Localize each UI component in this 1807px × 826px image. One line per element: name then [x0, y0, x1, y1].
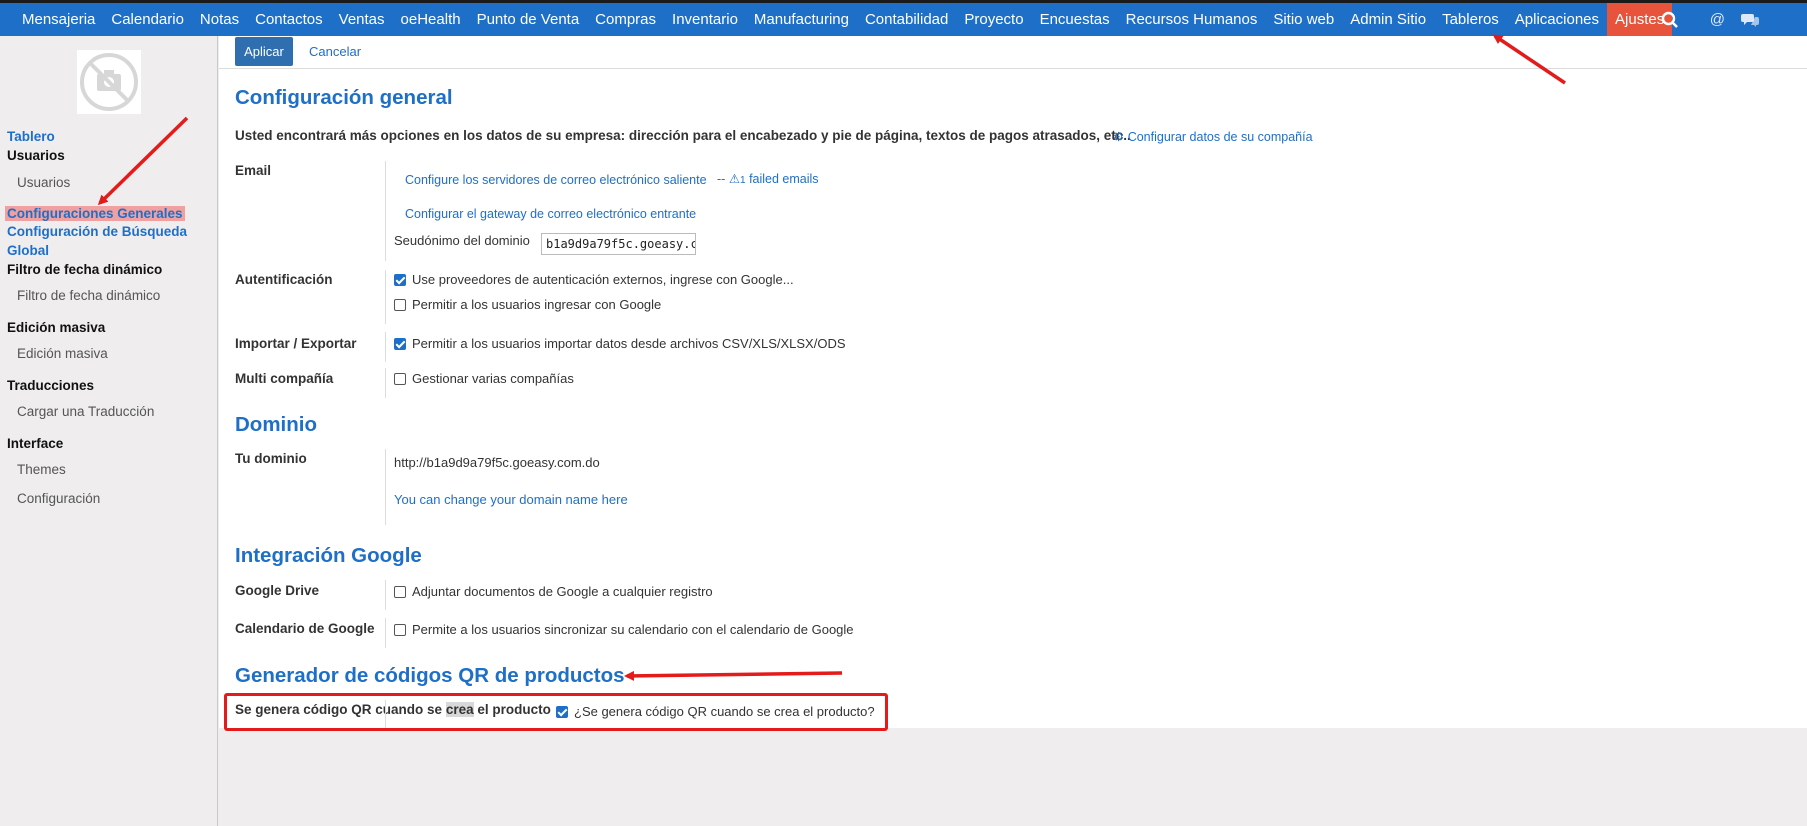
- email-label: Email: [235, 163, 272, 178]
- menu-item-encuestas[interactable]: Encuestas: [1032, 3, 1118, 36]
- domain-value: http://b1a9d9a79f5c.goeasy.com.do: [394, 455, 600, 470]
- search-icon[interactable]: [1661, 3, 1679, 36]
- failed-prefix: --: [717, 172, 726, 186]
- alias-domain-input[interactable]: b1a9d9a79f5c.goeasy.co: [541, 233, 696, 255]
- divider: [385, 368, 386, 398]
- sidebar-item-filtro[interactable]: Filtro de fecha dinámico: [17, 288, 160, 303]
- google-drive-label: Google Drive: [235, 583, 320, 598]
- sidebar-item-cargar-traduccion[interactable]: Cargar una Traducción: [17, 404, 154, 419]
- sidebar-header-usuarios: Usuarios: [7, 148, 65, 163]
- domain-label: Tu dominio: [235, 451, 307, 466]
- qr-label-post: el producto: [477, 702, 551, 717]
- import-option-label: Permitir a los usuarios importar datos d…: [412, 336, 846, 351]
- menu-item-contabilidad[interactable]: Contabilidad: [857, 3, 956, 36]
- menu-item-sitio-web[interactable]: Sitio web: [1265, 3, 1342, 36]
- sidebar-item-configuraciones-generales[interactable]: Configuraciones Generales: [5, 206, 185, 221]
- menu-item-admin-sitio[interactable]: Admin Sitio: [1342, 3, 1434, 36]
- qr-label-word: crea: [445, 702, 474, 717]
- menu-item-compras[interactable]: Compras: [587, 3, 664, 36]
- company-logo: [77, 50, 141, 114]
- sidebar-header-interface: Interface: [7, 436, 64, 451]
- multi-company-checkbox[interactable]: [394, 373, 406, 385]
- qr-label-pre: Se genera código QR cuando se: [235, 702, 443, 717]
- control-panel: Aplicar Cancelar: [219, 36, 1807, 69]
- company-settings-label: Configurar datos de su compañía: [1127, 130, 1313, 144]
- divider: [385, 449, 386, 525]
- google-calendar-label: Calendario de Google: [235, 621, 375, 636]
- qr-option-label: ¿Se genera código QR cuando se crea el p…: [574, 704, 875, 719]
- section-title-google: Integración Google: [235, 544, 422, 567]
- failed-emails-link[interactable]: -- ⚠1 failed emails: [717, 171, 819, 186]
- cogs-icon: ⚙: [1113, 130, 1125, 144]
- failed-count: 1: [740, 175, 746, 186]
- menu-item-notas[interactable]: Notas: [192, 3, 247, 36]
- menu-item-recursos-humanos[interactable]: Recursos Humanos: [1118, 3, 1266, 36]
- qr-checkbox[interactable]: [556, 706, 568, 718]
- auth-external-checkbox[interactable]: [394, 274, 406, 286]
- cancel-button[interactable]: Cancelar: [309, 37, 361, 66]
- apply-button[interactable]: Aplicar: [235, 37, 293, 66]
- sidebar-header-filtro: Filtro de fecha dinámico: [7, 262, 163, 277]
- chat-icon[interactable]: [1741, 3, 1759, 36]
- sidebar-header-edicion: Edición masiva: [7, 320, 106, 335]
- section-title-qr: Generador de códigos QR de productos: [235, 664, 625, 687]
- failed-text: failed emails: [749, 172, 819, 186]
- sidebar-item-configuracion-busqueda-global[interactable]: Global: [7, 243, 49, 258]
- menu-item-mensajeria[interactable]: Mensajeria: [14, 3, 103, 36]
- menu-item-inventario[interactable]: Inventario: [664, 3, 746, 36]
- sidebar-item-tablero[interactable]: Tablero: [7, 129, 55, 144]
- import-checkbox[interactable]: [394, 338, 406, 350]
- menu-item-tableros[interactable]: Tableros: [1434, 3, 1507, 36]
- divider: [385, 580, 386, 610]
- google-calendar-checkbox[interactable]: [394, 624, 406, 636]
- menu-item-aplicaciones[interactable]: Aplicaciones: [1507, 3, 1607, 36]
- company-settings-link[interactable]: ⚙ Configurar datos de su compañía: [1113, 129, 1313, 144]
- qr-label: Se genera código QR cuando se crea el pr…: [235, 702, 551, 717]
- main-menu: Mensajeria Calendario Notas Contactos Ventas…: [14, 3, 1673, 36]
- auth-google-checkbox[interactable]: [394, 299, 406, 311]
- outgoing-mail-link[interactable]: Configure los servidores de correo elect…: [405, 173, 707, 187]
- auth-external-label: Use proveedores de autenticación externo…: [412, 272, 794, 287]
- menu-item-proyecto[interactable]: Proyecto: [956, 3, 1031, 36]
- sidebar-header-traducciones: Traducciones: [7, 378, 95, 393]
- menu-item-oehealth[interactable]: oeHealth: [393, 3, 469, 36]
- at-icon[interactable]: @: [1710, 3, 1725, 36]
- menu-item-punto-de-venta[interactable]: Punto de Venta: [469, 3, 588, 36]
- change-domain-link[interactable]: You can change your domain name here: [394, 492, 628, 507]
- menu-item-calendario[interactable]: Calendario: [103, 3, 192, 36]
- sidebar-item-configuracion[interactable]: Configuración: [17, 491, 100, 506]
- sidebar-item-themes[interactable]: Themes: [17, 462, 66, 477]
- sidebar-item-edicion[interactable]: Edición masiva: [17, 346, 108, 361]
- divider: [385, 270, 386, 324]
- sidebar-item-configuracion-busqueda[interactable]: Configuración de Búsqueda: [7, 224, 187, 239]
- sidebar-item-usuarios[interactable]: Usuarios: [17, 175, 70, 190]
- divider: [385, 161, 386, 261]
- section-title-domain: Dominio: [235, 413, 317, 436]
- divider: [385, 700, 386, 728]
- menu-item-ventas[interactable]: Ventas: [331, 3, 393, 36]
- top-navbar: Mensajeria Calendario Notas Contactos Ventas…: [0, 0, 1807, 36]
- menu-item-contactos[interactable]: Contactos: [247, 3, 331, 36]
- alias-domain-label: Seudónimo del dominio: [394, 233, 530, 248]
- menu-item-manufacturing[interactable]: Manufacturing: [746, 3, 857, 36]
- multi-company-label: Multi compañía: [235, 371, 334, 386]
- section-title-general: Configuración general: [235, 86, 453, 109]
- incoming-mail-link[interactable]: Configurar el gateway de correo electrón…: [405, 207, 696, 221]
- google-calendar-option-label: Permite a los usuarios sincronizar su ca…: [412, 622, 854, 637]
- auth-google-label: Permitir a los usuarios ingresar con Goo…: [412, 297, 662, 312]
- google-drive-checkbox[interactable]: [394, 586, 406, 598]
- auth-label: Autentificación: [235, 272, 333, 287]
- import-label: Importar / Exportar: [235, 336, 357, 351]
- google-drive-option-label: Adjuntar documentos de Google a cualquie…: [412, 584, 713, 599]
- divider: [385, 618, 386, 648]
- general-info-text: Usted encontrará más opciones en los dat…: [235, 128, 1131, 143]
- divider: [385, 332, 386, 362]
- warning-icon: ⚠: [728, 172, 741, 186]
- multi-company-option-label: Gestionar varias compañías: [412, 371, 574, 386]
